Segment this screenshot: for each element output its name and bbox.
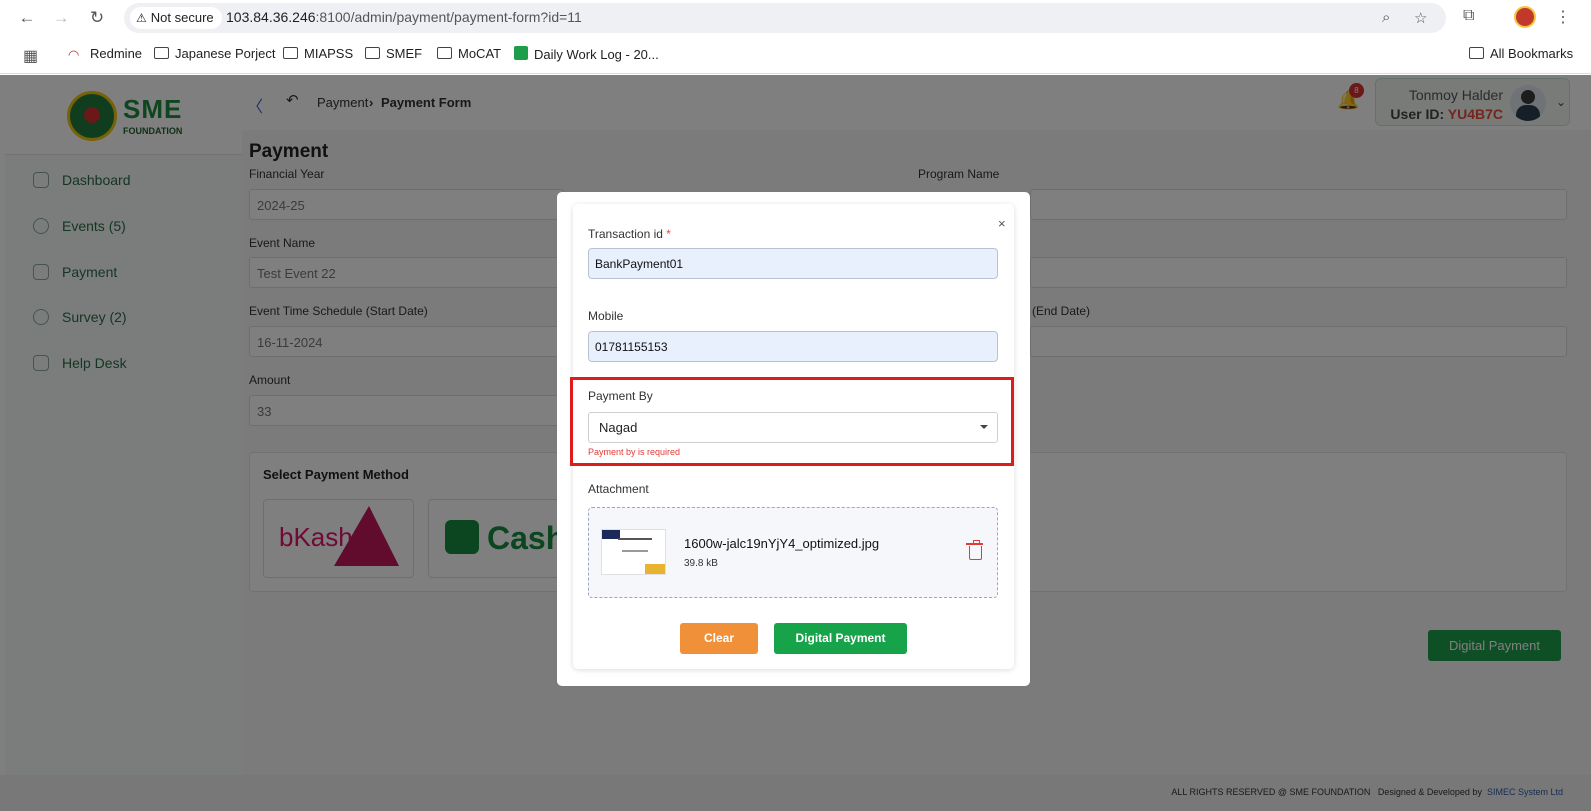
redmine-icon: ◠ bbox=[68, 47, 80, 62]
folder-icon bbox=[437, 47, 452, 59]
trash-icon[interactable] bbox=[966, 540, 983, 560]
clear-button[interactable]: Clear bbox=[680, 623, 758, 654]
bookmark-daily-work-log[interactable]: Daily Work Log - 20... bbox=[514, 46, 659, 62]
menu-icon[interactable]: ⋮ bbox=[1555, 7, 1571, 27]
forward-icon[interactable]: → bbox=[51, 8, 71, 28]
all-bookmarks[interactable]: All Bookmarks bbox=[1469, 46, 1573, 61]
digital-payment-button[interactable]: Digital Payment bbox=[774, 623, 907, 654]
zoom-icon[interactable]: ⌕ bbox=[1382, 9, 1390, 26]
folder-icon bbox=[365, 47, 380, 59]
mobile-input[interactable]: 01781155153 bbox=[588, 331, 998, 362]
payment-by-error: Payment by is required bbox=[588, 447, 681, 457]
bookmark-miapss[interactable]: MIAPSS bbox=[283, 46, 353, 61]
file-thumbnail bbox=[601, 529, 666, 575]
address-bar[interactable]: ⚠ Not secure 103.84.36.246:8100/admin/pay… bbox=[124, 3, 1446, 33]
security-chip[interactable]: ⚠ Not secure bbox=[130, 7, 222, 29]
attachment-dropzone[interactable]: 1600w-jalc19nYjY4_optimized.jpg 39.8 kB bbox=[588, 507, 998, 598]
apps-grid-icon[interactable]: ▦ bbox=[23, 46, 38, 66]
file-size: 39.8 kB bbox=[684, 558, 718, 569]
bookmark-smef[interactable]: SMEF bbox=[365, 46, 422, 61]
sheets-icon bbox=[514, 46, 528, 60]
folder-icon bbox=[154, 47, 169, 59]
bookmark-japanese-porject[interactable]: Japanese Porject bbox=[154, 46, 275, 61]
file-name: 1600w-jalc19nYjY4_optimized.jpg bbox=[684, 536, 880, 551]
payment-by-label: Payment By bbox=[588, 389, 653, 403]
transaction-id-input[interactable]: BankPayment01 bbox=[588, 248, 998, 279]
warning-icon: ⚠ bbox=[136, 11, 147, 25]
reload-icon[interactable]: ↻ bbox=[87, 8, 107, 28]
back-icon[interactable]: ← bbox=[17, 8, 37, 28]
folder-icon bbox=[283, 47, 298, 59]
bookmark-redmine[interactable]: ◠ Redmine bbox=[68, 46, 142, 63]
dropdown-arrow-icon bbox=[980, 425, 988, 429]
star-icon[interactable]: ☆ bbox=[1414, 9, 1427, 27]
attachment-label: Attachment bbox=[588, 482, 649, 496]
payment-by-select[interactable]: Nagad bbox=[588, 412, 998, 443]
mobile-label: Mobile bbox=[588, 309, 624, 323]
profile-avatar[interactable] bbox=[1514, 6, 1536, 28]
payment-modal: × Transaction id * BankPayment01 Mobile … bbox=[557, 192, 1030, 686]
close-icon[interactable]: × bbox=[998, 216, 1006, 231]
extensions-icon[interactable]: ⧉ bbox=[1463, 7, 1474, 25]
transaction-id-label: Transaction id * bbox=[588, 227, 671, 241]
bookmarks-bar: ◠ Redmine Japanese Porject MIAPSS SMEF Mo… bbox=[0, 36, 1591, 74]
folder-icon bbox=[1469, 47, 1484, 59]
browser-toolbar: ← → ↻ ⚠ Not secure 103.84.36.246:8100/adm… bbox=[0, 0, 1591, 36]
bookmark-mocat[interactable]: MoCAT bbox=[437, 46, 501, 61]
url-text[interactable]: 103.84.36.246:8100/admin/payment/payment… bbox=[226, 9, 582, 25]
